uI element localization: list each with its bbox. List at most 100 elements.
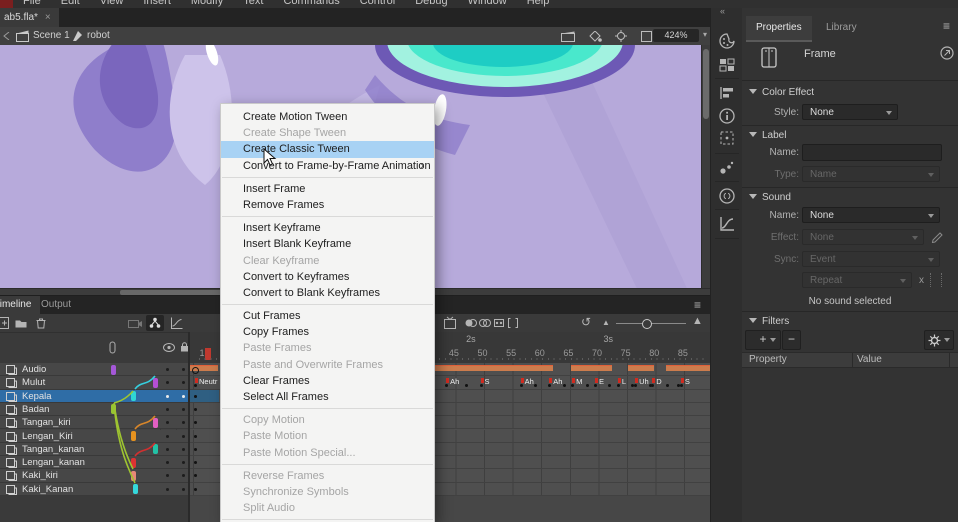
- context-menu-item-insert-frame[interactable]: Insert Frame: [221, 181, 434, 197]
- menu-help[interactable]: Help: [517, 0, 560, 8]
- breadcrumb-symbol[interactable]: robot: [87, 27, 110, 45]
- sound-repeat-select[interactable]: Repeat: [802, 272, 912, 288]
- context-menu-item-synchronize-symbols[interactable]: Synchronize Symbols: [221, 484, 434, 500]
- add-filter-button[interactable]: +: [745, 330, 781, 350]
- close-tab-icon[interactable]: ×: [45, 12, 51, 23]
- section-filters[interactable]: Filters: [742, 315, 958, 330]
- brush-library-icon[interactable]: [718, 159, 736, 177]
- marker-range-icon[interactable]: [506, 316, 520, 330]
- sound-name-select[interactable]: None: [802, 207, 940, 223]
- edit-multiple-frames-icon[interactable]: [492, 316, 506, 330]
- app-logo-icon[interactable]: [0, 0, 13, 8]
- section-collapse-icon[interactable]: [749, 194, 757, 199]
- context-menu-item-paste-motion-special[interactable]: Paste Motion Special...: [221, 445, 434, 461]
- context-menu-item-remove-frames[interactable]: Remove Frames: [221, 197, 434, 213]
- context-menu-item-cut-frames[interactable]: Cut Frames: [221, 308, 434, 324]
- menu-edit[interactable]: Edit: [51, 0, 90, 8]
- context-menu-item-split-audio[interactable]: Split Audio: [221, 500, 434, 516]
- menu-insert[interactable]: Insert: [133, 0, 181, 8]
- info-icon[interactable]: [718, 107, 736, 125]
- fill-stage-icon[interactable]: [589, 31, 602, 42]
- swatches-icon[interactable]: [718, 56, 736, 74]
- timeline-panel-menu-icon[interactable]: ≡: [694, 298, 701, 312]
- motion-editor-icon[interactable]: [718, 215, 736, 233]
- context-menu-item-paste-motion[interactable]: Paste Motion: [221, 428, 434, 444]
- zoom-level-select[interactable]: 424%: [653, 29, 699, 42]
- new-folder-icon[interactable]: [14, 316, 28, 330]
- context-menu-item-select-all-frames[interactable]: Select All Frames: [221, 389, 434, 405]
- remove-filter-button[interactable]: −: [782, 330, 801, 350]
- menu-commands[interactable]: Commands: [273, 0, 349, 8]
- properties-panel-menu-icon[interactable]: ≡: [943, 20, 950, 32]
- cc-libraries-icon[interactable]: [718, 187, 736, 205]
- frame-size-slider-knob[interactable]: [642, 319, 652, 329]
- new-layer-icon[interactable]: [0, 316, 11, 330]
- zoom-caret-icon[interactable]: ▾: [703, 30, 707, 39]
- document-tab[interactable]: ab5.fla*×: [0, 8, 59, 27]
- menu-text[interactable]: Text: [233, 0, 273, 8]
- center-stage-icon[interactable]: [615, 30, 627, 42]
- help-link-icon[interactable]: [940, 46, 954, 60]
- menu-file[interactable]: File: [13, 0, 51, 8]
- tab-properties[interactable]: Properties: [746, 16, 812, 42]
- context-menu-item-convert-to-blank-keyframes[interactable]: Convert to Blank Keyframes: [221, 285, 434, 301]
- collapse-panels-icon[interactable]: «: [720, 6, 725, 16]
- sound-effect-select[interactable]: None: [802, 229, 924, 245]
- sound-sync-select[interactable]: Event: [802, 251, 940, 267]
- color-palette-icon[interactable]: [718, 32, 736, 50]
- menu-window[interactable]: Window: [458, 0, 517, 8]
- loop-icon[interactable]: ↺: [581, 315, 591, 329]
- delete-layer-icon[interactable]: [34, 316, 48, 330]
- back-chevron-icon[interactable]: [3, 32, 11, 40]
- section-label[interactable]: Label: [742, 129, 958, 144]
- ruler-number: 45: [449, 348, 459, 358]
- context-menu-item-reverse-frames[interactable]: Reverse Frames: [221, 468, 434, 484]
- menu-debug[interactable]: Debug: [405, 0, 457, 8]
- context-menu-item-copy-motion[interactable]: Copy Motion: [221, 412, 434, 428]
- context-menu-item-create-shape-tween[interactable]: Create Shape Tween: [221, 125, 434, 141]
- transform-icon[interactable]: [718, 129, 736, 147]
- tab-library[interactable]: Library: [816, 16, 867, 40]
- filter-options-button[interactable]: [924, 330, 954, 350]
- context-menu-item-create-motion-tween[interactable]: Create Motion Tween: [221, 109, 434, 125]
- stage-vertical-scrollbar[interactable]: [701, 45, 710, 288]
- context-menu-item-insert-blank-keyframe[interactable]: Insert Blank Keyframe: [221, 236, 434, 252]
- context-menu-item-copy-frames[interactable]: Copy Frames: [221, 324, 434, 340]
- context-menu-item-clear-frames[interactable]: Clear Frames: [221, 373, 434, 389]
- section-sound[interactable]: Sound: [742, 191, 958, 206]
- context-menu-item-insert-keyframe[interactable]: Insert Keyframe: [221, 220, 434, 236]
- context-menu-item-convert-to-keyframes[interactable]: Convert to Keyframes: [221, 269, 434, 285]
- onion-skin-icon[interactable]: [464, 316, 478, 330]
- camera-preview-icon[interactable]: [561, 31, 575, 42]
- label-type-select[interactable]: Name: [802, 166, 940, 182]
- style-select[interactable]: None: [802, 104, 898, 120]
- camera-icon[interactable]: [128, 316, 142, 330]
- context-menu-item-create-classic-tween[interactable]: Create Classic Tween: [221, 141, 434, 157]
- context-menu-item-paste-and-overwrite-frames[interactable]: Paste and Overwrite Frames: [221, 357, 434, 373]
- label-name-input[interactable]: [802, 144, 942, 161]
- clip-content-icon[interactable]: [641, 31, 652, 42]
- scrollbar-thumb[interactable]: [703, 49, 709, 119]
- section-color-effect[interactable]: Color Effect: [742, 86, 958, 101]
- context-menu-item-paste-frames[interactable]: Paste Frames: [221, 340, 434, 356]
- menu-view[interactable]: View: [90, 0, 134, 8]
- context-menu-item-convert-to-frame-by-frame-animation[interactable]: Convert to Frame-by-Frame Animation›: [221, 158, 434, 174]
- edit-sound-pencil-icon[interactable]: [930, 229, 944, 243]
- layer-parenting-toggle[interactable]: [146, 315, 164, 331]
- center-frame-icon[interactable]: [443, 316, 457, 330]
- section-collapse-icon[interactable]: [749, 89, 757, 94]
- section-collapse-icon[interactable]: [749, 132, 757, 137]
- repeat-count-stepper[interactable]: [930, 273, 942, 287]
- align-icon[interactable]: [718, 84, 736, 102]
- motion-graph-icon[interactable]: [170, 316, 184, 330]
- onion-outline-icon[interactable]: [478, 316, 492, 330]
- section-collapse-icon[interactable]: [749, 318, 757, 323]
- context-menu-item-clear-keyframe[interactable]: Clear Keyframe: [221, 253, 434, 269]
- zoom-in-frames-icon[interactable]: ▲: [692, 314, 703, 328]
- eye-visibility-icon[interactable]: [163, 343, 175, 352]
- menu-modify[interactable]: Modify: [181, 0, 233, 8]
- tab-output[interactable]: Output: [32, 296, 80, 314]
- menu-control[interactable]: Control: [350, 0, 405, 8]
- zoom-out-frames-icon[interactable]: ▲: [602, 316, 610, 330]
- breadcrumb-scene[interactable]: Scene 1: [33, 27, 70, 45]
